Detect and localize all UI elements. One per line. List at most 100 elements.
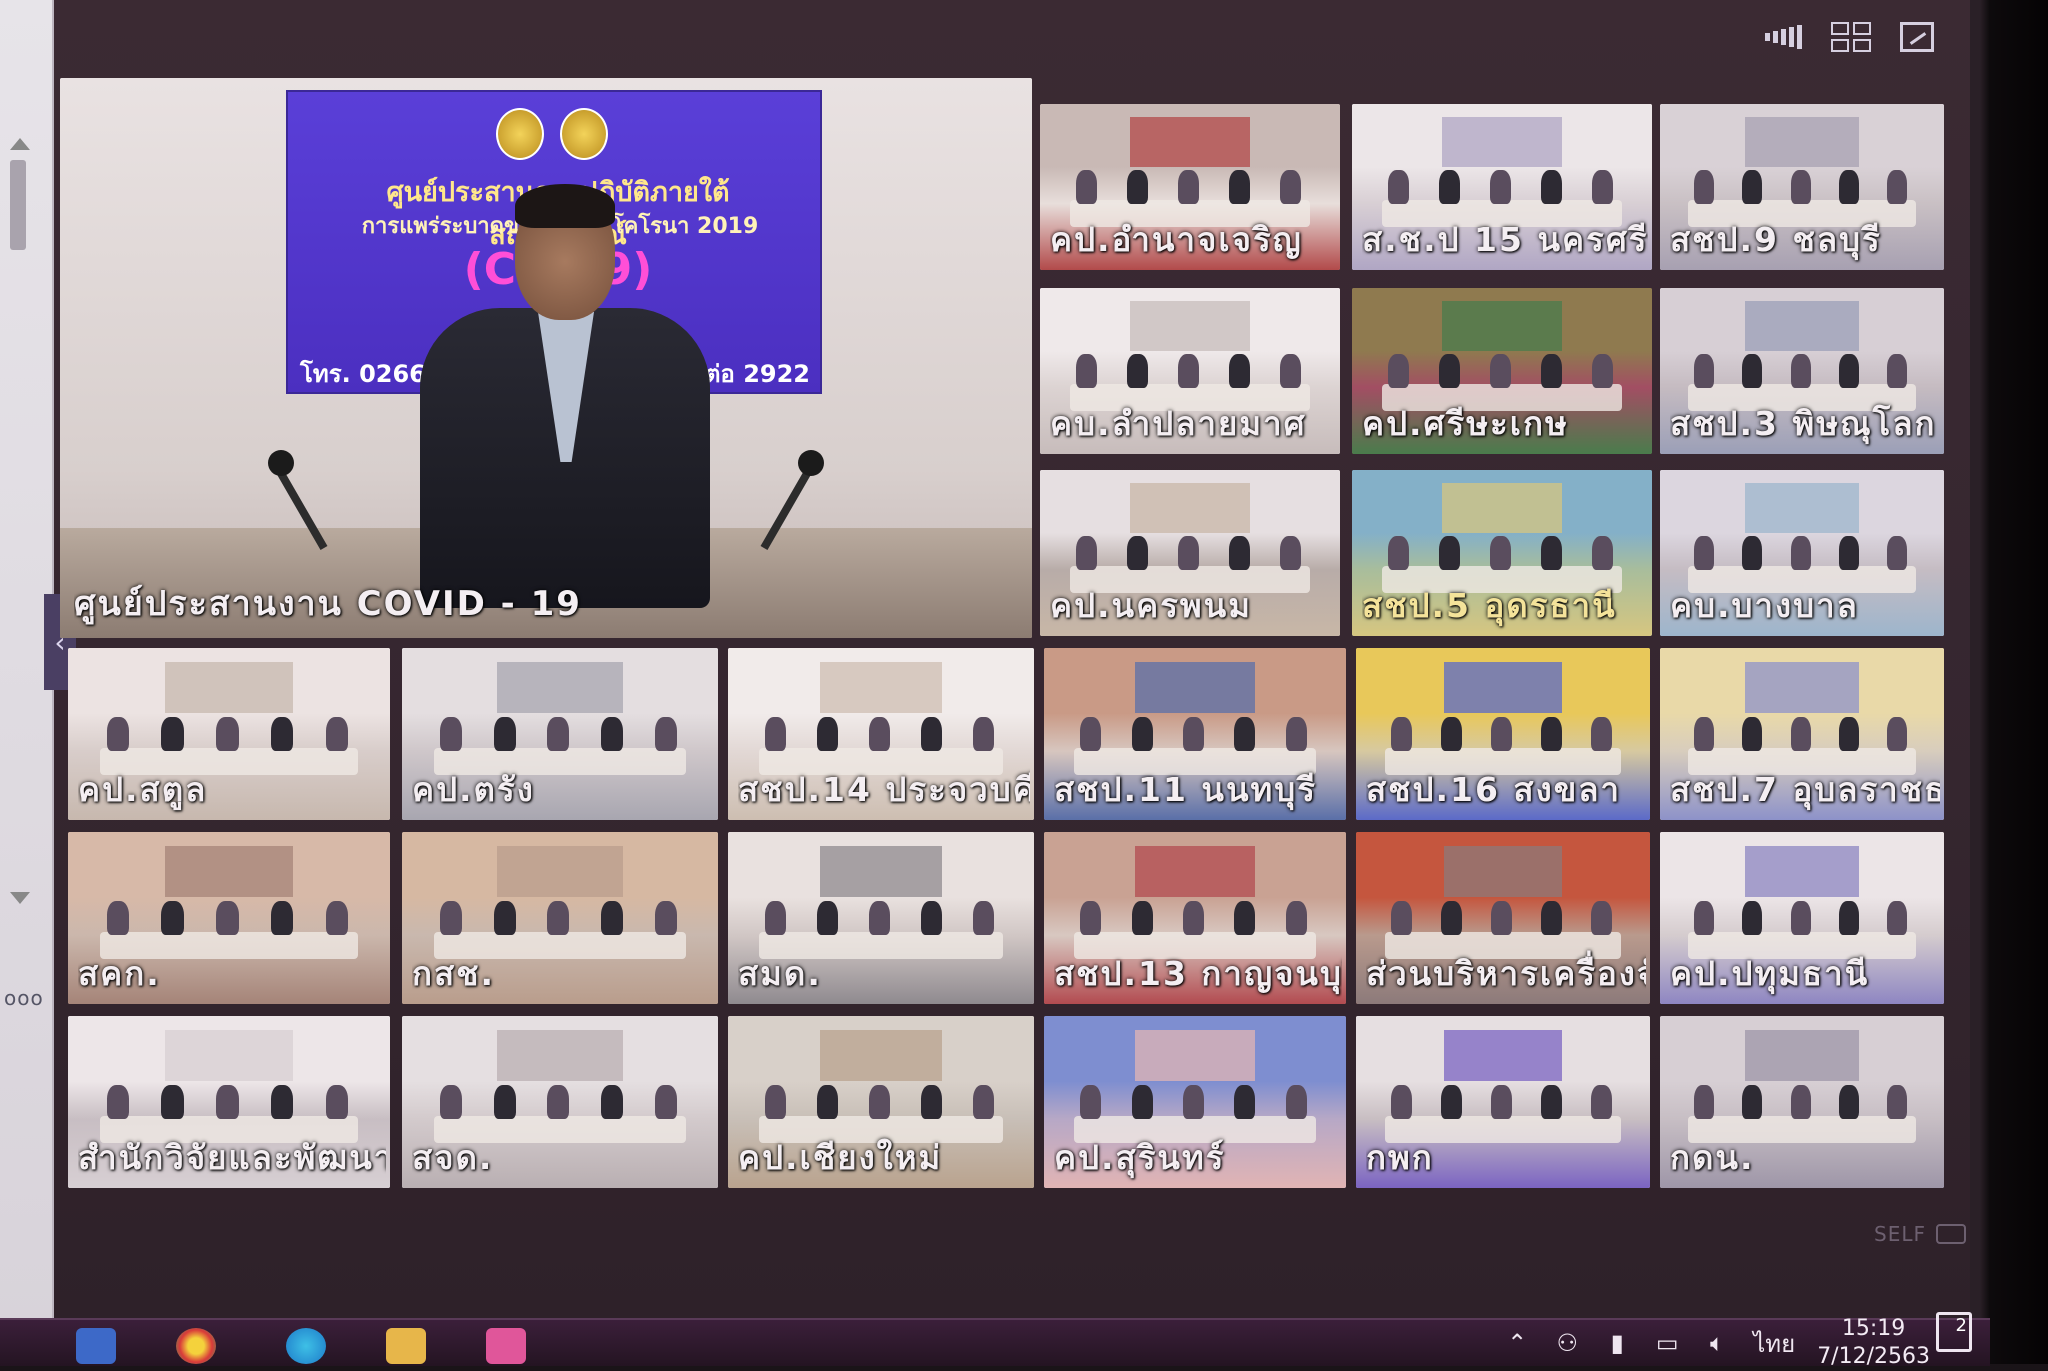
usb-icon[interactable]: ▮ (1603, 1329, 1631, 1357)
attendee-figure (270, 1084, 294, 1120)
attendee-figure (1694, 536, 1714, 570)
participant-tile[interactable]: คบ.บางบาล (1660, 470, 1944, 636)
network-icon[interactable]: ▭ (1653, 1329, 1681, 1357)
attendee-figure (1080, 1084, 1102, 1120)
attendee-figure (1838, 354, 1859, 388)
participant-tile[interactable]: ส.ช.ป 15 นครศรีธ (1352, 104, 1652, 270)
attendee-figure (1182, 1084, 1205, 1120)
attendee-figure (1541, 536, 1562, 570)
attendee-figure (1887, 170, 1908, 204)
participant-tile[interactable]: คป.ศรีษะเกษ (1352, 288, 1652, 454)
taskbar-app-icon[interactable] (76, 1328, 116, 1364)
attendee-figure (972, 1084, 995, 1120)
participant-name: ส.ช.ป 15 นครศรีธ (1362, 220, 1648, 259)
attendee-figure (1182, 716, 1205, 752)
chrome-icon[interactable] (176, 1328, 216, 1364)
browser-icon[interactable] (286, 1328, 326, 1364)
language-indicator[interactable]: ไทย (1753, 1329, 1795, 1358)
attendee-figure (161, 716, 184, 752)
attendee-figure (601, 900, 624, 936)
participant-tile[interactable]: สชป.11 นนทบุรี (1044, 648, 1346, 820)
participant-tile[interactable]: คป.นครพนม (1040, 470, 1340, 636)
participant-tile[interactable]: สชป.14 ประจวบคี (728, 648, 1034, 820)
participant-name: คป.สตูล (78, 770, 208, 809)
people-icon[interactable]: ⚇ (1553, 1329, 1581, 1357)
attendee-figure (1591, 900, 1612, 936)
attendee-figure (1490, 354, 1511, 388)
attendee-figure (1592, 354, 1613, 388)
attendee-figure (1694, 170, 1714, 204)
scroll-up-arrow-icon[interactable] (10, 138, 30, 150)
notification-icon[interactable]: 2 (1936, 1312, 1972, 1352)
participant-tile[interactable]: สชป.3 พิษณุโลก (1660, 288, 1944, 454)
participant-tile[interactable]: คป.อำนาจเจริญ (1040, 104, 1340, 270)
wall-panel (1444, 1029, 1562, 1082)
wall-panel (1134, 661, 1256, 714)
attendee-figure (1887, 354, 1908, 388)
attendee-figure (1127, 170, 1148, 204)
signal-strength-icon[interactable] (1762, 18, 1808, 56)
attendee-figure (1491, 716, 1512, 752)
participant-tile[interactable]: สำนักวิจัยและพัฒนา (68, 1016, 390, 1188)
participant-tile[interactable]: สชป.16 สงขลา (1356, 648, 1650, 820)
windows-taskbar: ⌃ ⚇ ▮ ▭ 🔈︎ ไทย 15:19 7/12/2563 2 (0, 1312, 1990, 1369)
attendee-figure (1229, 170, 1250, 204)
attendee-figure (1790, 900, 1811, 936)
attendee-figure (1790, 536, 1811, 570)
participant-tile[interactable]: คป.เชียงใหม่ (728, 1016, 1034, 1188)
participant-tile[interactable]: สจด. (402, 1016, 718, 1188)
participant-tile[interactable]: คป.สุรินทร์ (1044, 1016, 1346, 1188)
attendee-figure (1439, 170, 1460, 204)
scroll-down-arrow-icon[interactable] (10, 892, 30, 904)
attendee-figure (1131, 1084, 1153, 1120)
attendee-figure (1076, 170, 1097, 204)
attendee-figure (106, 716, 130, 752)
attendee-figure (547, 716, 570, 752)
participant-tile[interactable]: สคก. (68, 832, 390, 1004)
clock[interactable]: 15:19 7/12/2563 (1817, 1315, 1930, 1371)
participant-tile[interactable]: คป.ปทุมธานี (1660, 832, 1944, 1004)
wall-panel (1130, 301, 1250, 352)
wall-panel (496, 845, 624, 898)
participant-tile[interactable]: กดน. (1660, 1016, 1944, 1188)
participant-tile[interactable]: คป.ตรัง (402, 648, 718, 820)
volume-icon[interactable]: 🔈︎ (1703, 1329, 1731, 1357)
attendee-figure (1234, 1084, 1256, 1120)
participant-name: กพก (1366, 1138, 1434, 1177)
more-dots-icon[interactable]: ooo (4, 986, 44, 1010)
attendee-figure (1076, 536, 1097, 570)
participant-tile[interactable]: ส่วนบริหารเครื่องจั (1356, 832, 1650, 1004)
participant-tile[interactable]: สชป.13 กาญจนบุรี (1044, 832, 1346, 1004)
participant-tile[interactable]: กสช. (402, 832, 718, 1004)
fullscreen-icon[interactable] (1894, 18, 1940, 56)
main-speaker-tile[interactable]: ศูนย์ประสานการปฏิบัติภายใต้สถานการณ์ การ… (60, 78, 1032, 638)
wall-panel (1745, 117, 1859, 168)
participant-tile[interactable]: คป.สตูล (68, 648, 390, 820)
attendee-figure (325, 1084, 349, 1120)
file-explorer-icon[interactable] (386, 1328, 426, 1364)
meeting-app-icon[interactable] (486, 1328, 526, 1364)
participant-name: คป.นครพนม (1050, 586, 1252, 625)
attendee-figure (1280, 536, 1301, 570)
participant-tile[interactable]: คบ.ลำปลายมาศ (1040, 288, 1340, 454)
chevron-up-icon[interactable]: ⌃ (1503, 1329, 1531, 1357)
participant-tile[interactable]: สชป.5 อุดรธานี (1352, 470, 1652, 636)
participant-tile[interactable]: สมด. (728, 832, 1034, 1004)
attendee-figure (1388, 170, 1409, 204)
wall-panel (1444, 661, 1562, 714)
participant-tile[interactable]: สชป.7 อุบลราชธา (1660, 648, 1944, 820)
attendee-figure (1694, 900, 1714, 936)
scrollbar-thumb[interactable] (10, 160, 26, 250)
attendee-figure (1080, 716, 1102, 752)
attendee-figure (216, 1084, 239, 1120)
participant-name: คบ.บางบาล (1670, 586, 1859, 625)
attendee-figure (439, 716, 463, 752)
microphone-icon (798, 450, 824, 476)
attendee-figure (161, 1084, 184, 1120)
participant-tile[interactable]: กพก (1356, 1016, 1650, 1188)
attendee-figure (654, 1084, 677, 1120)
participant-tile[interactable]: สชป.9 ชลบุรี (1660, 104, 1944, 270)
self-view-toggle[interactable]: SELF (1874, 1222, 1966, 1246)
participant-name: สมด. (738, 954, 822, 993)
grid-layout-icon[interactable] (1828, 18, 1874, 56)
